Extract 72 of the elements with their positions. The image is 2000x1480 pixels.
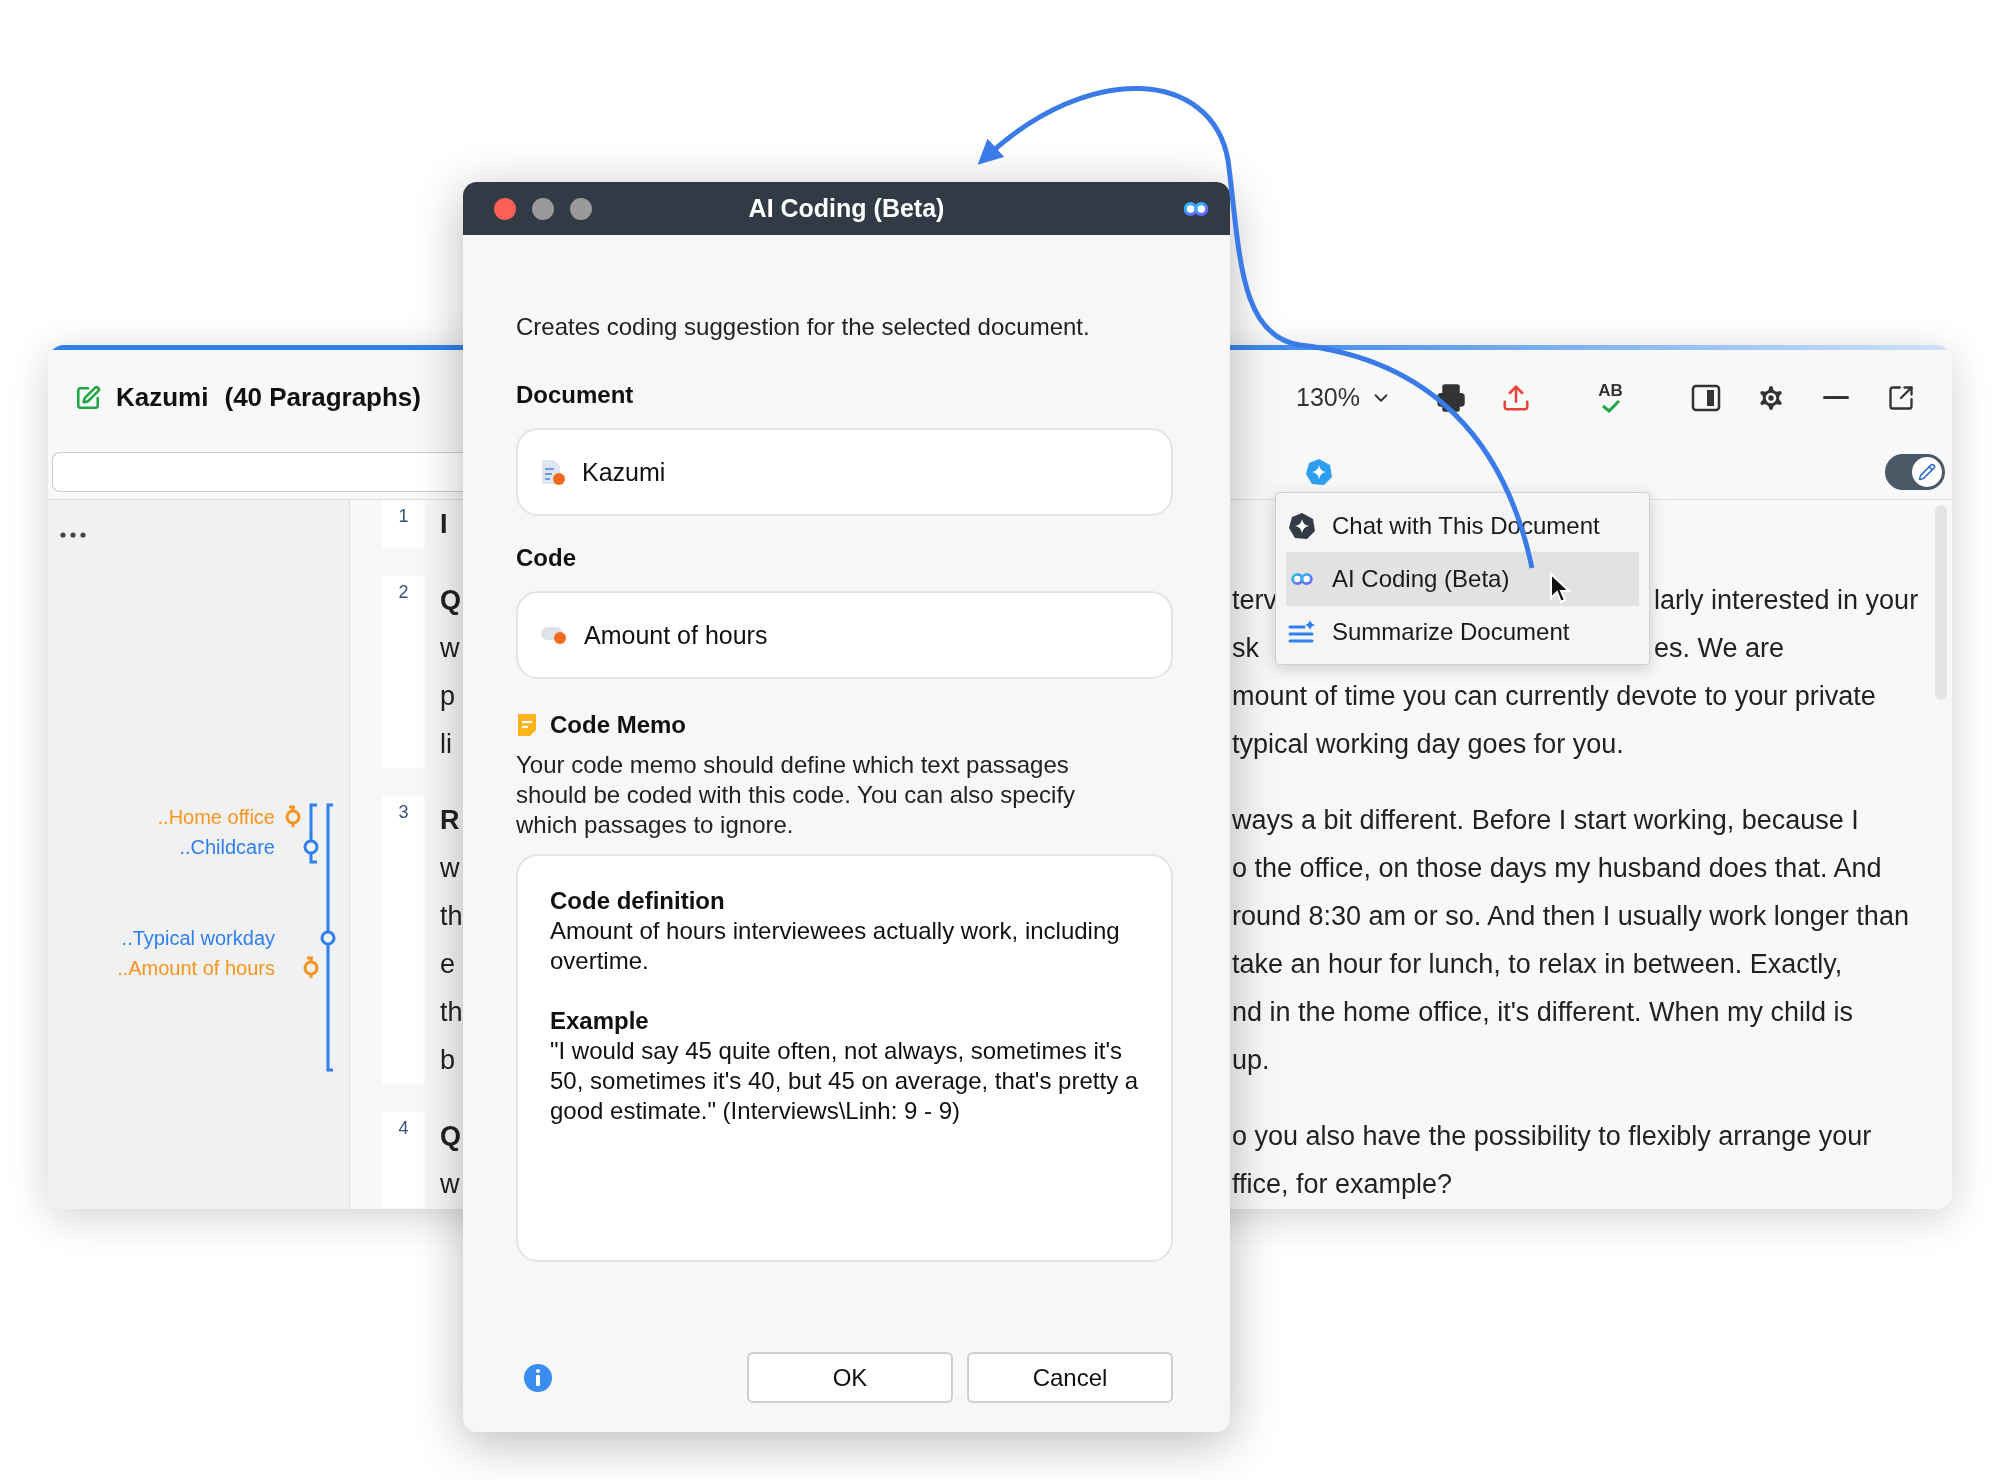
paragraph-text: th (440, 996, 463, 1028)
zoom-button[interactable] (570, 197, 592, 220)
dialog-description: Creates coding suggestion for the selected document. (516, 312, 1091, 342)
paragraph-number: 3 (398, 802, 409, 822)
paragraph-number: 1 (398, 506, 409, 526)
minimize-icon (1822, 396, 1849, 399)
menu-item[interactable]: AI Coding (Beta) (1286, 552, 1639, 605)
ai-assistant-icon (1305, 458, 1333, 486)
code-icon (540, 624, 568, 646)
field-label: Code (516, 543, 577, 573)
paragraph-text: li (440, 728, 452, 760)
close-button[interactable] (494, 197, 516, 220)
print-icon (1435, 382, 1466, 413)
summarize-icon (1288, 620, 1316, 644)
code-field[interactable]: Amount of hours (516, 591, 1173, 679)
paragraph-text: w (440, 1168, 460, 1200)
paragraph-text: sk (1232, 632, 1259, 664)
sidebar-icon (1690, 382, 1721, 413)
memo-text: "I would say 45 quite often, not always, sometimes it's 50, sometimes it's 40, but 45 on average, that's pretty a good estimate." (Interviews\Linh: 9 - 9) (550, 1036, 1140, 1126)
paragraph-text: Q (440, 584, 461, 616)
edit-document-icon (75, 384, 101, 411)
memo-text: Amount of hours interviewees actually work, including overtime. (550, 916, 1121, 976)
memo-box[interactable] (516, 854, 1173, 1262)
memo-label: Code Memo (550, 710, 686, 740)
paragraph-text: p (440, 680, 456, 712)
memo-heading: Code definition (550, 886, 726, 916)
paragraph-text: b (440, 1044, 456, 1076)
paragraph-text: th (440, 900, 463, 932)
document-field[interactable]: Kazumi (516, 428, 1173, 516)
sparkle-icon (1288, 511, 1316, 540)
document-title: Kazumi (116, 382, 209, 413)
paragraph-text: ffice, for example? (1232, 1168, 1453, 1200)
paragraph-text: typical working day goes for you. (1232, 728, 1624, 760)
dialog-button[interactable]: Cancel (967, 1352, 1173, 1403)
paragraph-text: ways a bit different. Before I start working, because I (1232, 804, 1859, 836)
dialog-button[interactable]: OK (747, 1352, 953, 1403)
pop-out-icon (1886, 383, 1915, 412)
memo-heading: Example (550, 1006, 650, 1036)
paragraph-text: mount of time you can currently devote to your private (1232, 680, 1876, 712)
paragraph-number: 2 (398, 582, 409, 602)
document-icon (540, 458, 566, 486)
paragraph-text: e (440, 948, 456, 980)
paragraph-text: w (440, 852, 460, 884)
search-field[interactable] (52, 452, 463, 492)
paragraph-text: I (440, 508, 448, 540)
spellcheck-button[interactable]: AB (1578, 373, 1643, 422)
info-icon[interactable] (523, 1362, 553, 1393)
mouse-cursor-icon (1549, 572, 1571, 604)
pencil-icon (1918, 463, 1936, 481)
paragraph-text: o you also have the possibility to flexibly arrange your (1232, 1120, 1872, 1152)
paragraph-text: es. We are (1654, 632, 1785, 664)
paragraph-text: round 8:30 am or so. And then I usually work longer than (1232, 900, 1909, 932)
paragraph-text: o the office, on those days my husband does that. And (1232, 852, 1882, 884)
paragraph-text: terv (1232, 584, 1277, 616)
dialog-title: AI Coding (Beta) (748, 194, 945, 223)
menu-item[interactable]: Summarize Document (1286, 605, 1639, 658)
more-icon (60, 532, 86, 538)
paragraph-text: w (440, 632, 460, 664)
memo-hint: Your code memo should define which text passages should be coded with this code. You can also specify which passages to ignore. (516, 750, 1077, 840)
paragraph-number: 4 (398, 1118, 409, 1138)
paragraph-count: (40 Paragraphs) (224, 382, 421, 413)
paragraph-text: R (440, 804, 460, 836)
paragraph-text: Q (440, 1120, 461, 1152)
paragraph-text: larly interested in your (1654, 584, 1919, 616)
paragraph-text: take an hour for lunch, to relax in between. Exactly, (1232, 948, 1843, 980)
memo-icon (516, 713, 538, 737)
paragraph-text: up. (1232, 1044, 1270, 1076)
checkmark-icon (1600, 399, 1621, 413)
edit-mode-toggle[interactable] (1885, 454, 1945, 490)
field-label: Document (516, 380, 635, 410)
paragraph-text: nd in the home office, it's different. When my child is (1232, 996, 1853, 1028)
zoom-dropdown[interactable]: 130% (1288, 375, 1418, 420)
